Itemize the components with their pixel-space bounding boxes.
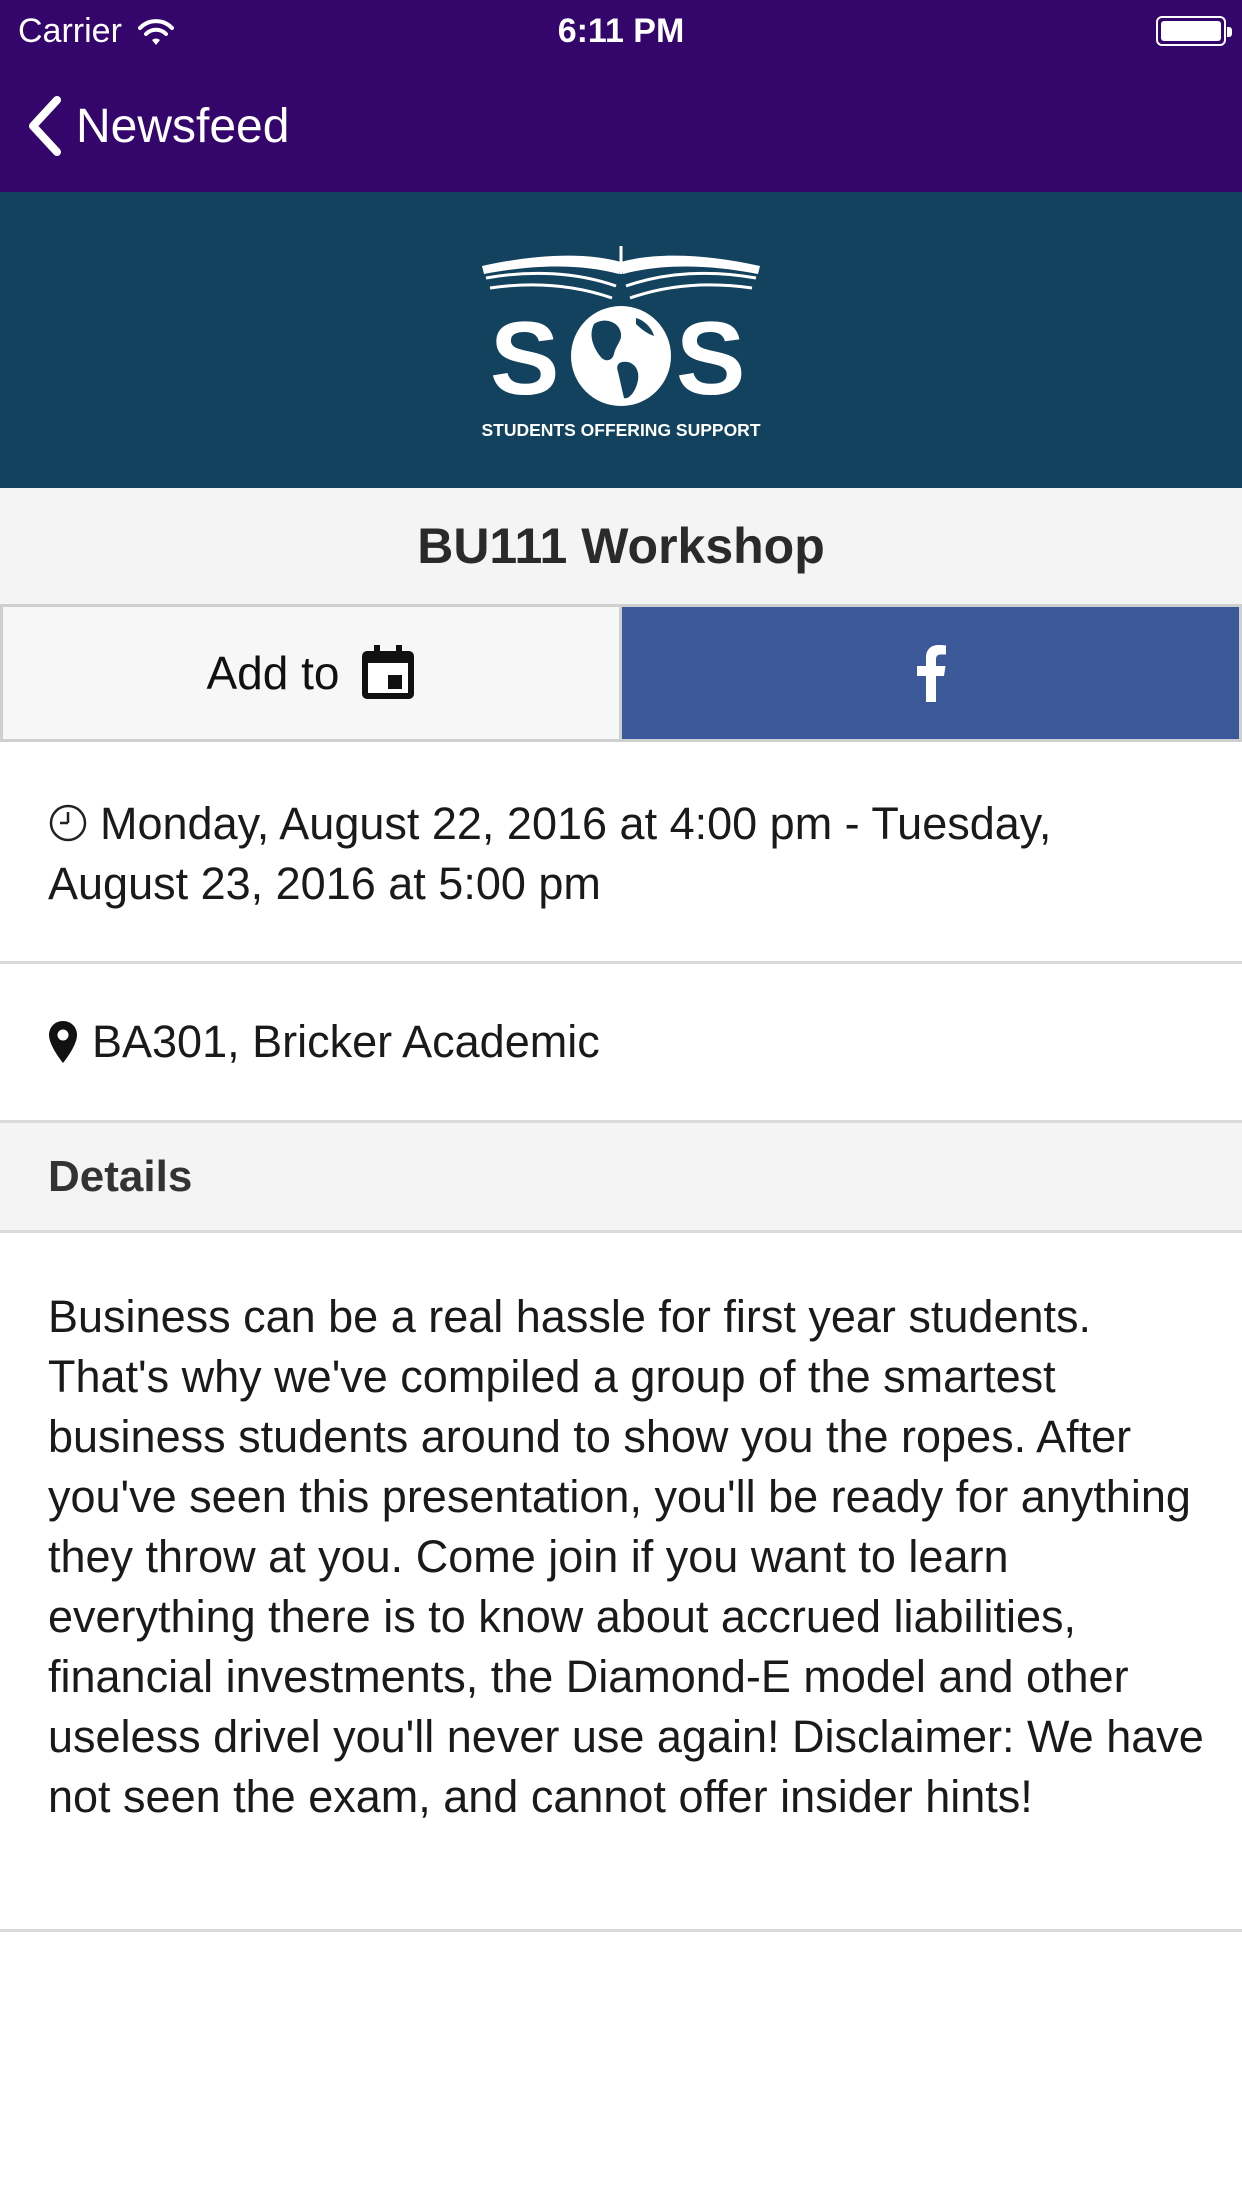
chevron-left-icon — [16, 88, 74, 164]
svg-text:S: S — [676, 301, 745, 417]
event-location-row: BA301, Bricker Academic — [0, 964, 1242, 1123]
event-title: BU111 Workshop — [417, 518, 825, 574]
status-bar: Carrier 6:11 PM — [0, 0, 1242, 62]
back-button[interactable]: Newsfeed — [0, 88, 289, 164]
facebook-icon — [916, 645, 946, 702]
event-location: BA301, Bricker Academic — [92, 1016, 600, 1067]
event-date-text: Monday, August 22, 2016 at 4:00 pm - Tue… — [48, 798, 1052, 909]
calendar-icon — [361, 645, 414, 699]
event-title-bar: BU111 Workshop — [0, 488, 1242, 604]
header-banner: S S STUDENTS OFFERING SUPPORT — [0, 192, 1242, 488]
top-bar: Carrier 6:11 PM Newsfeed — [0, 0, 1242, 192]
event-description: Business can be a real hassle for first … — [0, 1233, 1242, 1932]
event-date-row: Monday, August 22, 2016 at 4:00 pm - Tue… — [0, 742, 1242, 964]
add-to-calendar-button[interactable]: Add to — [0, 604, 622, 742]
details-heading: Details — [48, 1151, 193, 1201]
status-time: 6:11 PM — [557, 12, 685, 50]
logo-tagline: STUDENTS OFFERING SUPPORT — [481, 420, 760, 440]
action-buttons: Add to — [0, 604, 1242, 742]
battery-icon — [1156, 16, 1232, 46]
details-header: Details — [0, 1123, 1242, 1233]
description-text: Business can be a real hassle for first … — [48, 1291, 1204, 1822]
add-to-label: Add to — [206, 647, 340, 699]
facebook-share-button[interactable] — [622, 604, 1242, 742]
svg-text:S: S — [490, 301, 559, 417]
map-pin-icon — [49, 1021, 77, 1063]
sos-logo: S S STUDENTS OFFERING SUPPORT — [481, 246, 761, 440]
clock-icon — [49, 804, 87, 842]
back-label: Newsfeed — [76, 99, 290, 153]
